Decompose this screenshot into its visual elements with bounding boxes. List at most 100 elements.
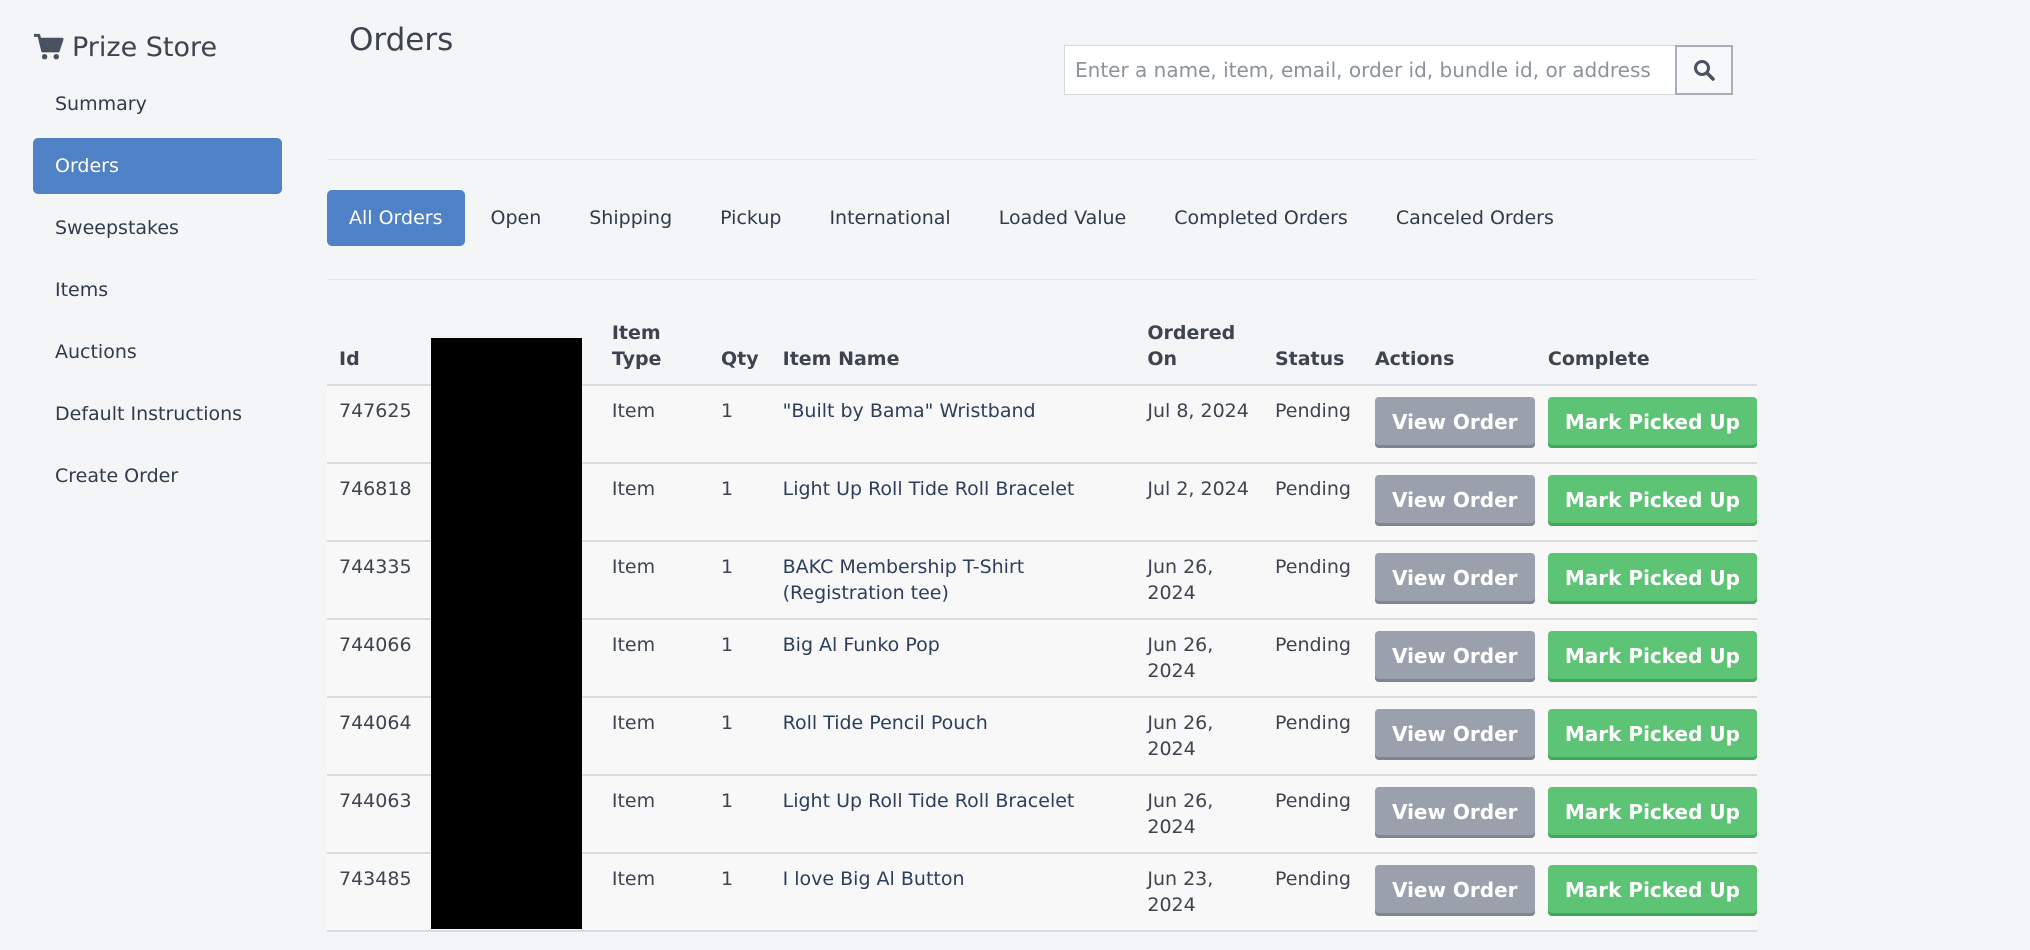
tab-international[interactable]: International bbox=[807, 190, 972, 246]
status: Pending bbox=[1262, 619, 1363, 698]
shopping-cart-icon bbox=[33, 33, 64, 60]
sidebar-item-sweepstakes[interactable]: Sweepstakes bbox=[33, 200, 282, 256]
mark-picked-up-button[interactable]: Mark Picked Up bbox=[1547, 631, 1757, 682]
ordered-on: Jun 26, 2024 bbox=[1135, 541, 1263, 620]
tab-open[interactable]: Open bbox=[469, 190, 564, 246]
complete-cell: Mark Picked Up bbox=[1535, 541, 1757, 620]
view-order-button[interactable]: View Order bbox=[1374, 709, 1535, 760]
order-id: 744064 bbox=[327, 697, 424, 776]
column-header-item-name[interactable]: Item Name bbox=[770, 320, 1136, 386]
actions-cell: View Order bbox=[1362, 853, 1536, 932]
column-header-qty[interactable]: Qty bbox=[709, 320, 771, 386]
sidebar-item-orders[interactable]: Orders bbox=[33, 138, 282, 194]
divider bbox=[327, 279, 1757, 280]
tab-completed-orders[interactable]: Completed Orders bbox=[1152, 190, 1370, 246]
item-type: Item bbox=[599, 619, 709, 698]
actions-cell: View Order bbox=[1362, 619, 1536, 698]
item-name: "Built by Bama" Wristband bbox=[770, 385, 1136, 464]
actions-cell: View Order bbox=[1362, 463, 1536, 542]
status: Pending bbox=[1262, 697, 1363, 776]
mark-picked-up-button[interactable]: Mark Picked Up bbox=[1547, 475, 1757, 526]
order-id: 746818 bbox=[327, 463, 424, 542]
item-type: Item bbox=[599, 697, 709, 776]
view-order-button[interactable]: View Order bbox=[1374, 787, 1535, 838]
search-input[interactable] bbox=[1064, 45, 1675, 95]
quantity: 1 bbox=[709, 541, 771, 620]
actions-cell: View Order bbox=[1362, 385, 1536, 464]
tab-canceled-orders[interactable]: Canceled Orders bbox=[1374, 190, 1576, 246]
ordered-on: Jun 26, 2024 bbox=[1135, 697, 1263, 776]
column-header-ordered-on[interactable]: Ordered On bbox=[1135, 320, 1263, 386]
mark-picked-up-button[interactable]: Mark Picked Up bbox=[1547, 553, 1757, 604]
mark-picked-up-button[interactable]: Mark Picked Up bbox=[1547, 397, 1757, 448]
tab-loaded-value[interactable]: Loaded Value bbox=[977, 190, 1149, 246]
tab-pickup[interactable]: Pickup bbox=[698, 190, 803, 246]
view-order-button[interactable]: View Order bbox=[1374, 553, 1535, 604]
ordered-on: Jul 2, 2024 bbox=[1135, 463, 1263, 542]
complete-cell: Mark Picked Up bbox=[1535, 775, 1757, 854]
order-id: 744066 bbox=[327, 619, 424, 698]
actions-cell: View Order bbox=[1362, 775, 1536, 854]
column-header-item-type[interactable]: Item Type bbox=[599, 320, 709, 386]
view-order-button[interactable]: View Order bbox=[1374, 631, 1535, 682]
quantity: 1 bbox=[709, 385, 771, 464]
redaction-block bbox=[431, 338, 582, 929]
complete-cell: Mark Picked Up bbox=[1535, 853, 1757, 932]
divider bbox=[327, 159, 1757, 160]
item-type: Item bbox=[599, 775, 709, 854]
column-header-complete: Complete bbox=[1535, 320, 1757, 386]
item-type: Item bbox=[599, 853, 709, 932]
item-name: Light Up Roll Tide Roll Bracelet bbox=[770, 775, 1136, 854]
ordered-on: Jun 23, 2024 bbox=[1135, 853, 1263, 932]
search-icon bbox=[1694, 60, 1715, 81]
status: Pending bbox=[1262, 463, 1363, 542]
item-type: Item bbox=[599, 541, 709, 620]
quantity: 1 bbox=[709, 853, 771, 932]
actions-cell: View Order bbox=[1362, 697, 1536, 776]
tab-all-orders[interactable]: All Orders bbox=[327, 190, 465, 246]
item-name: Big Al Funko Pop bbox=[770, 619, 1136, 698]
quantity: 1 bbox=[709, 775, 771, 854]
search-button[interactable] bbox=[1675, 45, 1733, 95]
status: Pending bbox=[1262, 853, 1363, 932]
item-name: BAKC Membership T-Shirt (Registration te… bbox=[770, 541, 1136, 620]
mark-picked-up-button[interactable]: Mark Picked Up bbox=[1547, 865, 1757, 916]
item-name: I love Big Al Button bbox=[770, 853, 1136, 932]
app-title: Prize Store bbox=[72, 31, 218, 63]
complete-cell: Mark Picked Up bbox=[1535, 463, 1757, 542]
view-order-button[interactable]: View Order bbox=[1374, 397, 1535, 448]
sidebar-item-default-instructions[interactable]: Default Instructions bbox=[33, 386, 282, 442]
status: Pending bbox=[1262, 775, 1363, 854]
complete-cell: Mark Picked Up bbox=[1535, 619, 1757, 698]
complete-cell: Mark Picked Up bbox=[1535, 697, 1757, 776]
column-header-status[interactable]: Status bbox=[1262, 320, 1363, 386]
column-header-actions: Actions bbox=[1362, 320, 1536, 386]
ordered-on: Jun 26, 2024 bbox=[1135, 775, 1263, 854]
sidebar: Prize Store Summary Orders Sweepstakes I… bbox=[33, 26, 282, 510]
actions-cell: View Order bbox=[1362, 541, 1536, 620]
order-filter-tabs: All Orders Open Shipping Pickup Internat… bbox=[327, 190, 1580, 246]
column-header-id[interactable]: Id bbox=[327, 320, 424, 386]
sidebar-item-auctions[interactable]: Auctions bbox=[33, 324, 282, 380]
sidebar-item-create-order[interactable]: Create Order bbox=[33, 448, 282, 504]
search-bar bbox=[1064, 45, 1733, 95]
tab-shipping[interactable]: Shipping bbox=[567, 190, 694, 246]
item-type: Item bbox=[599, 385, 709, 464]
ordered-on: Jul 8, 2024 bbox=[1135, 385, 1263, 464]
order-id: 743485 bbox=[327, 853, 424, 932]
sidebar-item-items[interactable]: Items bbox=[33, 262, 282, 318]
page-title: Orders bbox=[349, 22, 454, 58]
item-type: Item bbox=[599, 463, 709, 542]
brand: Prize Store bbox=[33, 26, 282, 68]
view-order-button[interactable]: View Order bbox=[1374, 475, 1535, 526]
status: Pending bbox=[1262, 541, 1363, 620]
mark-picked-up-button[interactable]: Mark Picked Up bbox=[1547, 709, 1757, 760]
sidebar-item-summary[interactable]: Summary bbox=[33, 76, 282, 132]
complete-cell: Mark Picked Up bbox=[1535, 385, 1757, 464]
ordered-on: Jun 26, 2024 bbox=[1135, 619, 1263, 698]
item-name: Roll Tide Pencil Pouch bbox=[770, 697, 1136, 776]
quantity: 1 bbox=[709, 463, 771, 542]
view-order-button[interactable]: View Order bbox=[1374, 865, 1535, 916]
quantity: 1 bbox=[709, 697, 771, 776]
mark-picked-up-button[interactable]: Mark Picked Up bbox=[1547, 787, 1757, 838]
